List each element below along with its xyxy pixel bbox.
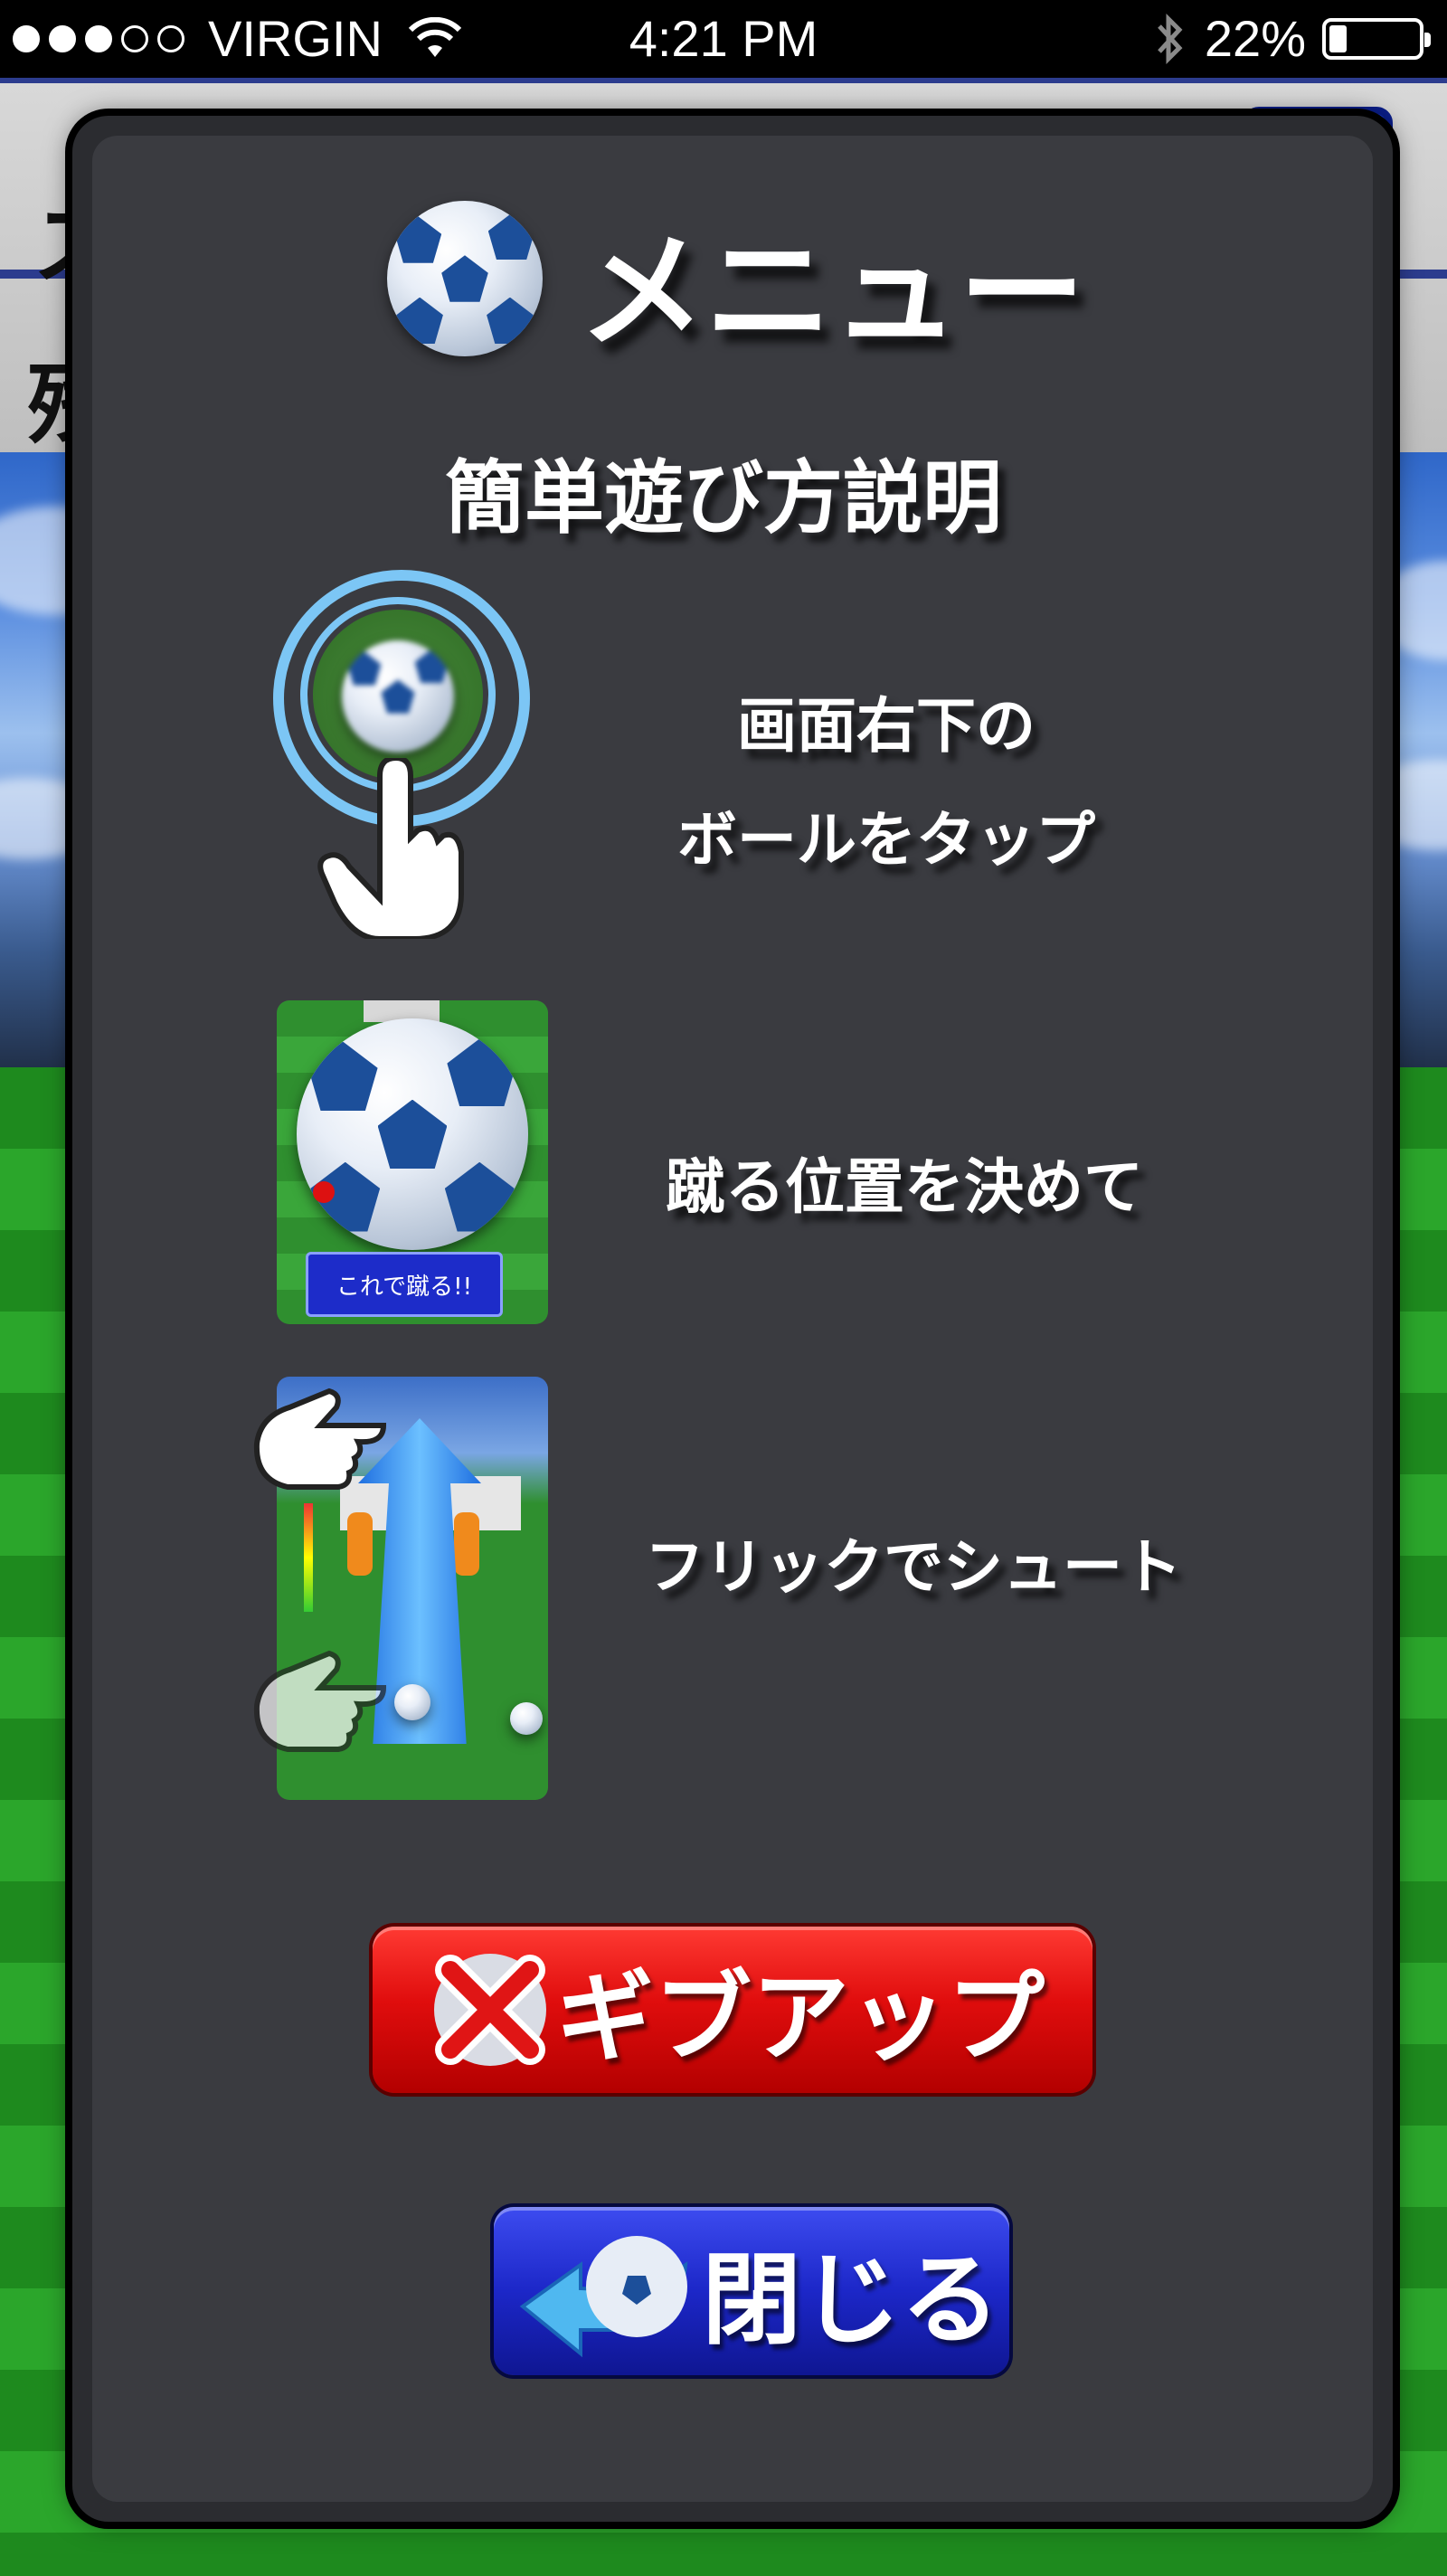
status-bar: VIRGIN 4:21 PM 22% xyxy=(0,0,1447,78)
step1-text: 画面右下の ボールをタップ xyxy=(597,669,1176,897)
close-x-icon xyxy=(434,1954,546,2066)
aim-marker-icon xyxy=(313,1181,335,1203)
soccer-ball-icon xyxy=(342,640,454,753)
tap-hand-icon xyxy=(317,758,464,939)
bluetooth-icon xyxy=(1158,13,1183,64)
step2-text: 蹴る位置を決めて xyxy=(666,1152,1143,1222)
give-up-label: ギブアップ xyxy=(555,1962,1045,2075)
close-label: 閉じる xyxy=(702,2242,1000,2358)
pointing-hand-icon xyxy=(253,1387,387,1490)
pointing-hand-icon xyxy=(253,1650,387,1752)
step1-line1: 画面右下の xyxy=(737,691,1036,761)
battery-icon xyxy=(1322,17,1431,60)
soccer-ball-icon xyxy=(387,201,543,356)
step2-thumbnail: これで蹴る!! xyxy=(277,1000,548,1324)
soccer-ball-icon xyxy=(510,1702,543,1735)
kick-here-button: これで蹴る!! xyxy=(306,1252,503,1317)
battery-level xyxy=(1329,24,1347,52)
battery-percent: 22% xyxy=(1204,10,1306,67)
menu-title: メニュー xyxy=(579,219,1086,366)
instructions-heading: 簡単遊び方説明 xyxy=(444,451,1002,545)
status-right: 22% xyxy=(1152,9,1431,68)
close-button[interactable]: 閉じる xyxy=(494,2207,1009,2375)
soccer-ball-icon xyxy=(297,1018,528,1250)
soccer-ball-icon xyxy=(394,1684,430,1720)
step3-text: フリックでシュート xyxy=(645,1532,1182,1602)
step1-line2: ボールをタップ xyxy=(677,805,1095,875)
return-arrow-icon xyxy=(519,2236,688,2358)
give-up-button[interactable]: ギブアップ xyxy=(373,1927,1092,2093)
